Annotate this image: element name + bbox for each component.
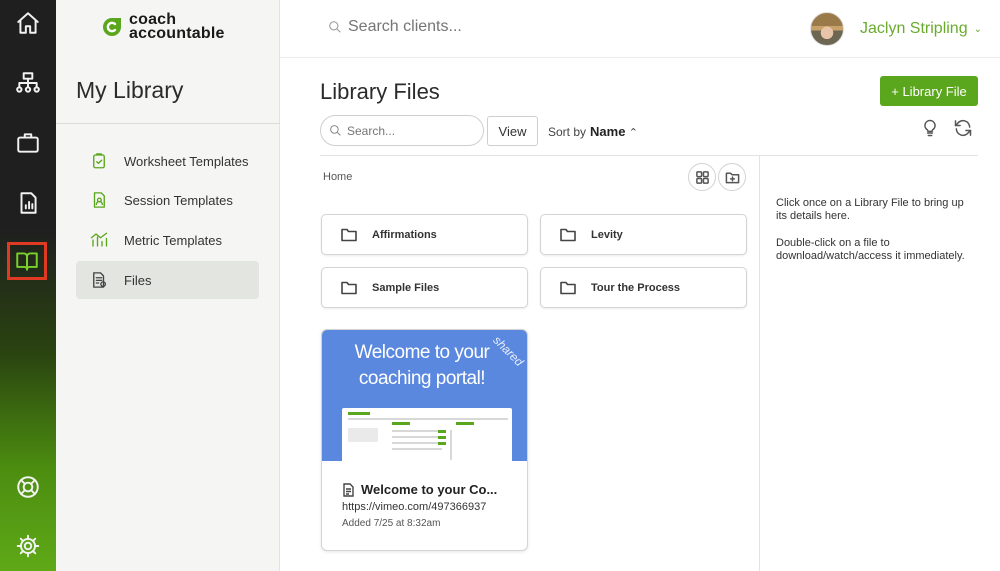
clipboard-check-icon — [93, 153, 105, 169]
view-button[interactable]: View — [487, 116, 538, 146]
sidebar-item-metric-templates[interactable]: Metric Templates — [76, 221, 259, 259]
library-search-input[interactable] — [347, 123, 477, 138]
file-name: Welcome to your Co... — [342, 482, 497, 497]
sidebar-item-label: Metric Templates — [124, 232, 223, 248]
avatar — [810, 12, 844, 46]
metric-chart-icon — [90, 232, 108, 247]
home-icon[interactable] — [8, 3, 48, 43]
folder-icon — [341, 281, 357, 294]
help-line-2: Double-click on a file to download/watch… — [776, 237, 965, 262]
main-panel: Library Files + Library File View Sort b… — [280, 58, 1000, 571]
page-title: Library Files — [320, 79, 440, 104]
folder-name: Sample Files — [372, 281, 440, 294]
library-search — [320, 115, 484, 146]
search-icon — [329, 21, 341, 33]
folder-name: Affirmations — [372, 228, 437, 241]
sidebar-title: My Library — [76, 77, 184, 103]
file-list-icon — [93, 272, 107, 288]
logo-text: coach accountable — [129, 12, 225, 42]
details-divider — [759, 155, 760, 571]
report-icon[interactable] — [8, 183, 48, 223]
file-added-date: Added 7/25 at 8:32am — [342, 518, 441, 529]
file-url: https://vimeo.com/497366937 — [342, 501, 487, 513]
help-lifebuoy-icon[interactable] — [8, 467, 48, 507]
user-name: Jaclyn Stripling — [860, 20, 968, 37]
file-thumbnail: Welcome to your coaching portal! shared — [322, 330, 527, 461]
content-divider — [320, 155, 978, 156]
settings-gear-icon[interactable] — [8, 526, 48, 566]
folder-sample-files[interactable]: Sample Files — [321, 267, 528, 308]
sort-value: Name — [590, 124, 626, 139]
org-chart-icon[interactable] — [8, 63, 48, 103]
details-help-text: Click once on a Library File to bring up… — [776, 197, 971, 277]
folder-tour-the-process[interactable]: Tour the Process — [540, 267, 747, 308]
sidebar-item-worksheet-templates[interactable]: Worksheet Templates — [76, 142, 259, 180]
folder-icon — [560, 228, 576, 241]
folder-icon — [560, 281, 576, 294]
search-icon — [330, 125, 341, 136]
sidebar-item-label: Session Templates — [124, 192, 233, 208]
sidebar-item-label: Files — [124, 272, 152, 288]
file-name-text: Welcome to your Co... — [361, 482, 498, 497]
library-book-icon[interactable] — [7, 242, 47, 280]
breadcrumb[interactable]: Home — [323, 171, 352, 183]
grid-view-icon[interactable] — [688, 163, 716, 191]
portal-preview-image — [342, 408, 512, 461]
user-menu[interactable]: Jaclyn Stripling ⌄ — [810, 12, 982, 46]
chevron-down-icon: ⌄ — [973, 23, 982, 35]
logo-line-2: accountable — [129, 25, 225, 42]
coach-accountable-logo-icon — [103, 18, 121, 36]
refresh-icon[interactable] — [952, 117, 974, 139]
app: coach accountable My Library Worksheet T… — [0, 0, 1000, 571]
thumbnail-title: Welcome to your coaching portal! — [354, 342, 490, 389]
folder-affirmations[interactable]: Affirmations — [321, 214, 528, 255]
lightbulb-icon[interactable] — [919, 117, 941, 139]
client-search-input[interactable] — [348, 18, 628, 36]
sort-control[interactable]: Sort by Name ⌃ — [548, 124, 638, 139]
sidebar-item-files[interactable]: Files — [76, 261, 259, 299]
folder-icon — [341, 228, 357, 241]
add-library-file-button[interactable]: + Library File — [880, 76, 978, 106]
session-doc-icon — [93, 192, 105, 208]
folder-name: Levity — [591, 228, 623, 241]
library-sidebar: coach accountable My Library Worksheet T… — [56, 0, 280, 571]
folder-name: Tour the Process — [591, 281, 681, 294]
sidebar-divider — [56, 123, 280, 124]
folder-levity[interactable]: Levity — [540, 214, 747, 255]
sidebar-item-label: Worksheet Templates — [124, 153, 249, 169]
sidebar-item-session-templates[interactable]: Session Templates — [76, 181, 259, 219]
sort-label: Sort by — [548, 125, 587, 139]
client-search — [328, 18, 628, 36]
briefcase-icon[interactable] — [8, 123, 48, 163]
logo[interactable]: coach accountable — [100, 12, 225, 42]
top-bar: Jaclyn Stripling ⌄ — [280, 0, 1000, 58]
file-doc-icon — [343, 482, 354, 497]
new-folder-icon[interactable] — [718, 163, 746, 191]
help-line-1: Click once on a Library File to bring up… — [776, 197, 964, 222]
chevron-up-icon: ⌃ — [628, 127, 638, 139]
library-file-card[interactable]: Welcome to your coaching portal! shared — [321, 329, 528, 551]
icon-rail — [0, 0, 56, 571]
